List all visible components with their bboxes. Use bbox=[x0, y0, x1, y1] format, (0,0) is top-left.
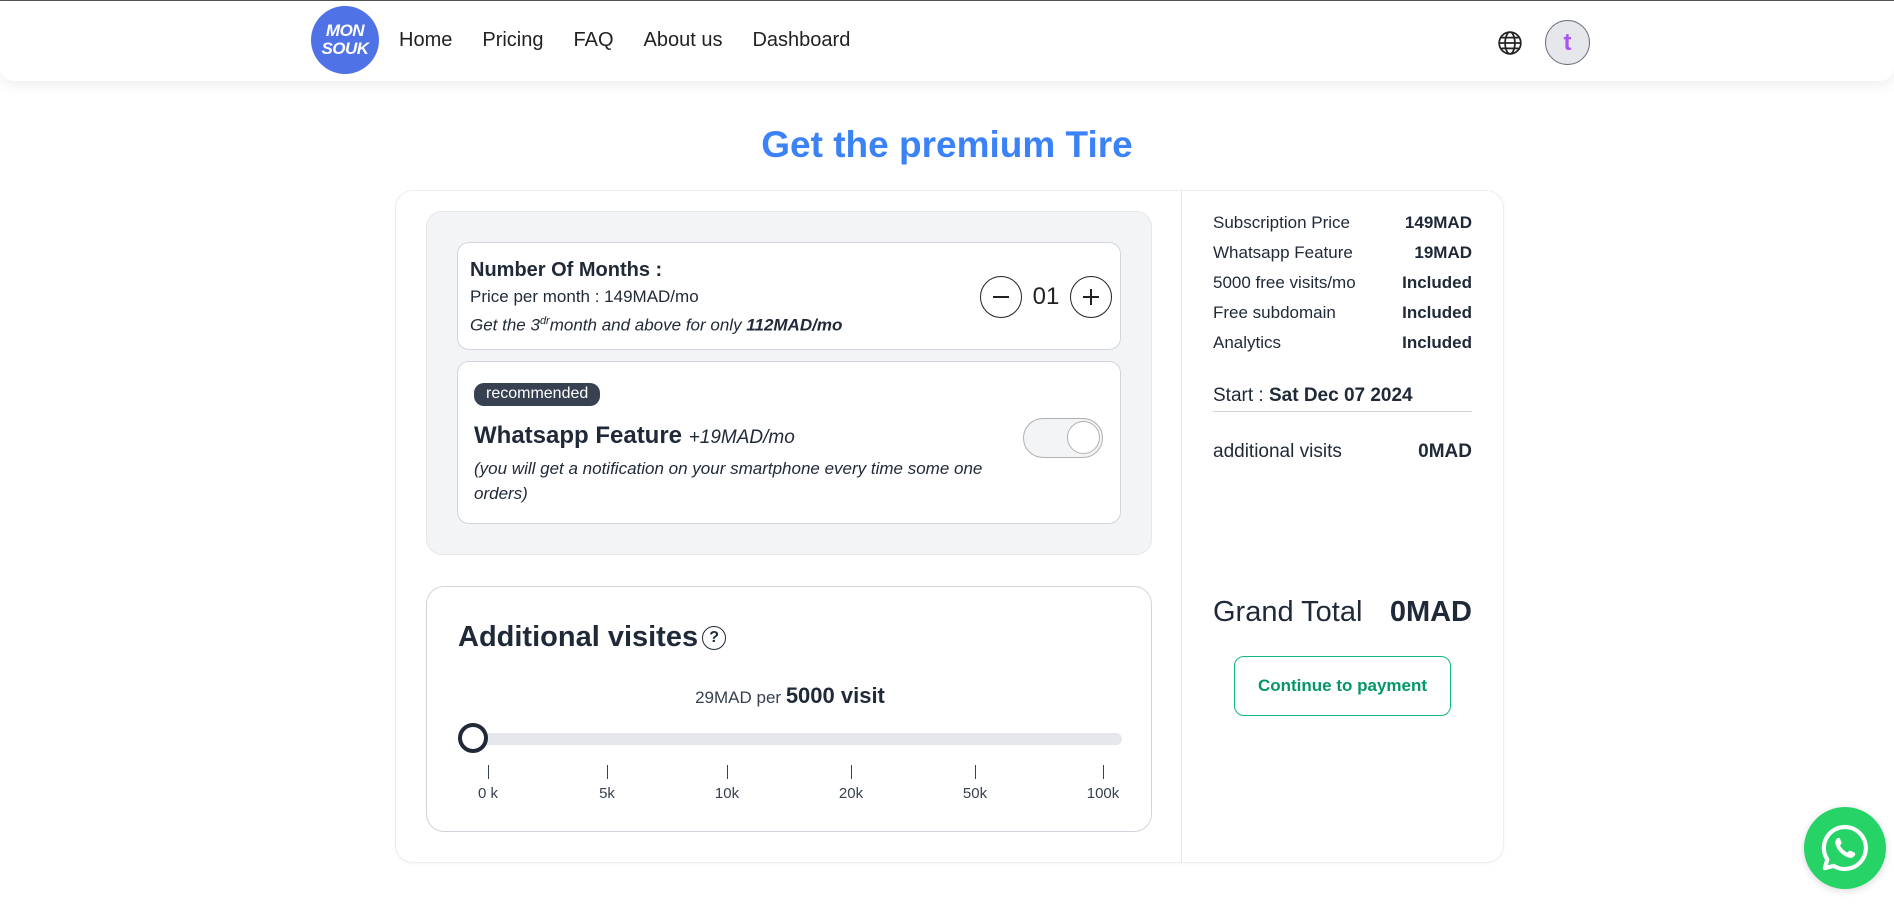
months-value: 01 bbox=[1032, 283, 1060, 310]
slider-tick-5k: 5k bbox=[577, 765, 637, 802]
decrement-months-button[interactable] bbox=[980, 276, 1022, 318]
summary-row-free-visits: 5000 free visits/mo Included bbox=[1213, 273, 1472, 293]
summary-value: 149MAD bbox=[1404, 213, 1472, 232]
visits-slider-track[interactable] bbox=[458, 733, 1122, 745]
summary-value: Included bbox=[1402, 273, 1472, 292]
additional-visits-label: additional visits bbox=[1213, 441, 1342, 462]
summary-label: Analytics bbox=[1213, 333, 1282, 352]
months-card: Number Of Months : Price per month : 149… bbox=[457, 242, 1121, 350]
whatsapp-title-text: Whatsapp Feature bbox=[474, 422, 683, 449]
top-navbar: MON SOUK Home Pricing FAQ About us Dashb… bbox=[0, 1, 1894, 81]
slider-tick-50k: 50k bbox=[945, 765, 1005, 802]
visits-slider-thumb[interactable] bbox=[458, 723, 488, 753]
start-date-row: Start : Sat Dec 07 2024 bbox=[1213, 385, 1472, 412]
grand-total-label: Grand Total bbox=[1213, 596, 1363, 628]
logo-line1: MON bbox=[325, 21, 365, 40]
additional-visits-title: Additional visites ? bbox=[458, 621, 727, 654]
additional-visits-cost-row: additional visits 0MAD bbox=[1213, 441, 1472, 463]
whatsapp-feature-price: +19MAD/mo bbox=[688, 427, 795, 448]
summary-value: Included bbox=[1402, 303, 1472, 322]
increment-months-button[interactable] bbox=[1070, 276, 1112, 318]
slider-tick-10k: 10k bbox=[697, 765, 757, 802]
start-label: Start : bbox=[1213, 385, 1264, 406]
slider-tick-0: 0 k bbox=[458, 765, 518, 802]
visit-price-amount: 5000 visit bbox=[785, 683, 885, 708]
months-stepper: 01 bbox=[980, 276, 1112, 318]
summary-label: Subscription Price bbox=[1213, 213, 1351, 232]
whatsapp-feature-toggle[interactable] bbox=[1023, 418, 1103, 458]
recommended-badge: recommended bbox=[474, 383, 601, 406]
nav-pricing[interactable]: Pricing bbox=[482, 29, 543, 52]
visit-price-text: 29MAD per 5000 visit bbox=[427, 683, 1153, 709]
months-promo: Get the 3drmonth and above for only 112M… bbox=[470, 315, 842, 336]
whatsapp-feature-title: Whatsapp Feature +19MAD/mo bbox=[474, 422, 795, 450]
summary-label: 5000 free visits/mo bbox=[1213, 273, 1356, 292]
promo-sup: dr bbox=[539, 315, 550, 327]
additional-visits-card: Additional visites ? 29MAD per 5000 visi… bbox=[426, 586, 1152, 832]
summary-row-subscription: Subscription Price 149MAD bbox=[1213, 213, 1472, 233]
user-avatar[interactable]: t bbox=[1545, 20, 1590, 65]
summary-label: Free subdomain bbox=[1213, 303, 1336, 322]
start-date: Sat Dec 07 2024 bbox=[1268, 385, 1413, 406]
monsouk-logo[interactable]: MON SOUK bbox=[311, 6, 379, 74]
visits-title-text: Additional visites bbox=[458, 621, 699, 653]
summary-row-whatsapp: Whatsapp Feature 19MAD bbox=[1213, 243, 1472, 263]
whatsapp-icon bbox=[1821, 824, 1868, 872]
plus-icon bbox=[1083, 289, 1099, 305]
nav-home[interactable]: Home bbox=[399, 29, 452, 52]
main-nav: Home Pricing FAQ About us Dashboard bbox=[399, 29, 880, 52]
promo-price: 112MAD/mo bbox=[746, 315, 843, 335]
additional-visits-value: 0MAD bbox=[1418, 441, 1472, 462]
grand-total-value: 0MAD bbox=[1389, 596, 1472, 628]
logo-line2: SOUK bbox=[321, 39, 369, 58]
toggle-knob bbox=[1067, 421, 1100, 454]
summary-label: Whatsapp Feature bbox=[1213, 243, 1353, 262]
promo-mid: month and above for only bbox=[549, 315, 747, 335]
visit-price-prefix: 29MAD per bbox=[695, 688, 782, 707]
slider-tick-20k: 20k bbox=[821, 765, 881, 802]
summary-value: 19MAD bbox=[1414, 243, 1472, 262]
page-title: Get the premium Tire bbox=[761, 124, 1133, 165]
summary-divider bbox=[1181, 190, 1182, 863]
language-globe-icon[interactable] bbox=[1497, 30, 1523, 56]
slider-tick-100k: 100k bbox=[1073, 765, 1133, 802]
months-price-per-month: Price per month : 149MAD/mo bbox=[470, 287, 699, 306]
summary-value: Included bbox=[1402, 333, 1472, 352]
summary-row-subdomain: Free subdomain Included bbox=[1213, 303, 1472, 323]
minus-icon bbox=[993, 296, 1009, 298]
whatsapp-feature-card: recommended Whatsapp Feature +19MAD/mo (… bbox=[457, 361, 1121, 524]
whatsapp-feature-description: (you will get a notification on your sma… bbox=[474, 459, 983, 503]
nav-faq[interactable]: FAQ bbox=[574, 29, 614, 52]
question-help-icon[interactable]: ? bbox=[702, 625, 727, 650]
whatsapp-chat-button[interactable] bbox=[1804, 807, 1886, 889]
nav-dashboard[interactable]: Dashboard bbox=[752, 29, 850, 52]
nav-about-us[interactable]: About us bbox=[644, 29, 723, 52]
summary-row-analytics: Analytics Included bbox=[1213, 333, 1472, 353]
months-title: Number Of Months : bbox=[470, 259, 663, 281]
grand-total-row: Grand Total 0MAD bbox=[1213, 596, 1472, 629]
continue-to-payment-button[interactable]: Continue to payment bbox=[1234, 656, 1451, 716]
avatar-letter: t bbox=[1563, 28, 1572, 56]
promo-prefix: Get the 3 bbox=[470, 315, 540, 335]
